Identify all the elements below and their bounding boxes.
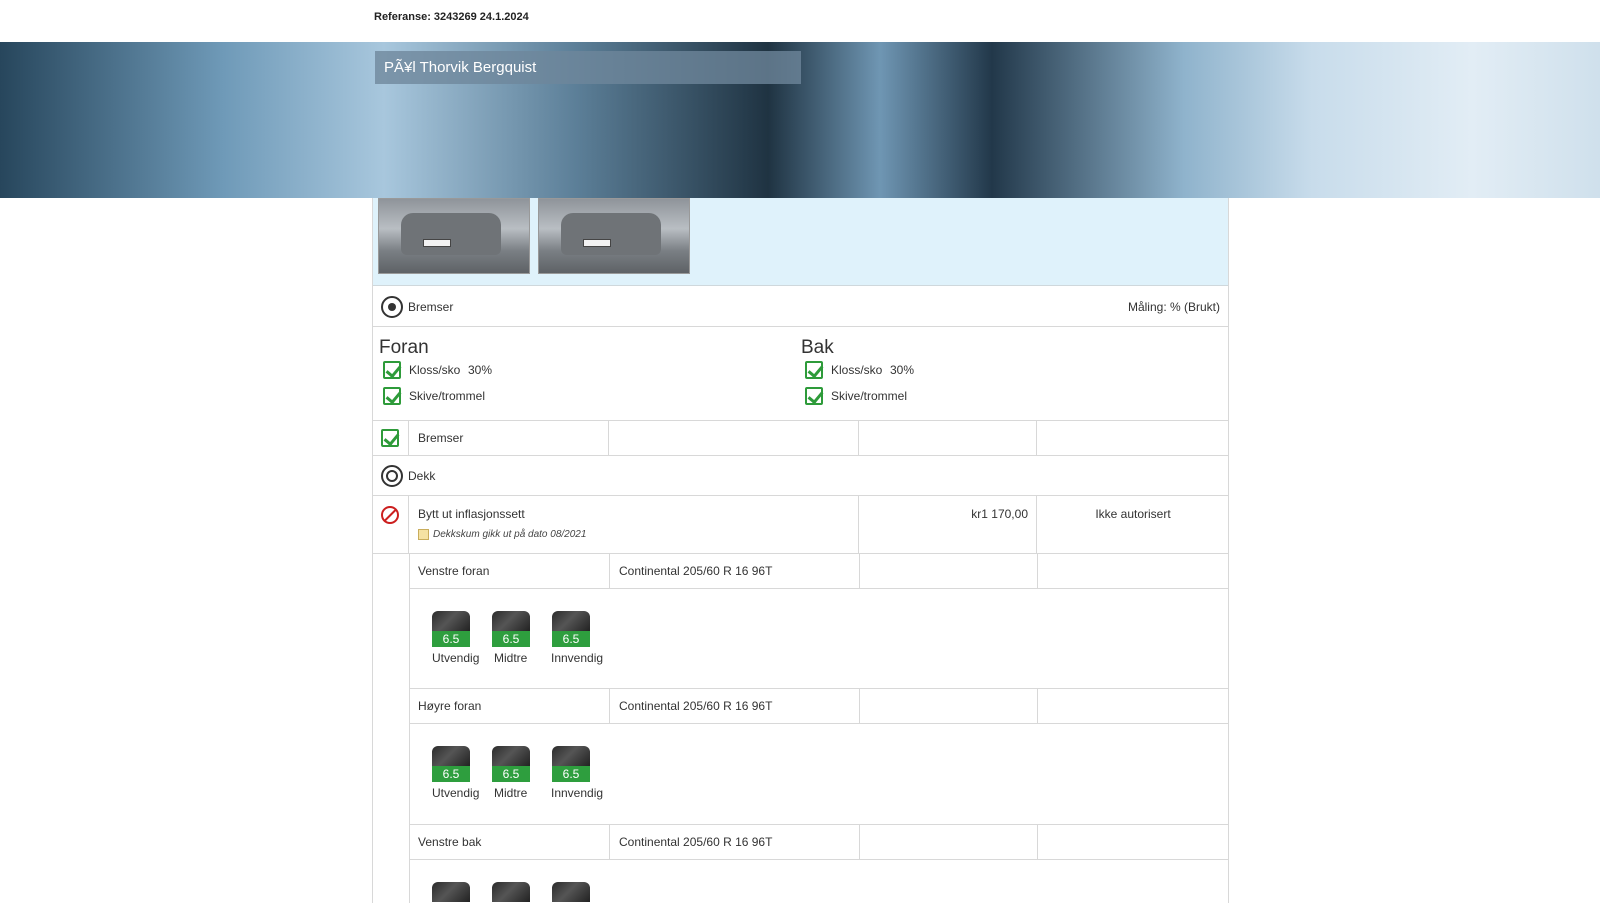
rear-heading: Bak: [801, 337, 834, 358]
customer-name-box: PÃ¥l Thorvik Bergquist: [375, 51, 801, 84]
tread-gauge: 6.5: [492, 746, 530, 782]
header-banner: PÃ¥l Thorvik Bergquist: [0, 42, 1600, 198]
tread-depths: 6.5 Utvendig 6.5 Midtre 6.5 Innvendig: [409, 589, 1228, 689]
tread-depths: [409, 860, 1228, 903]
tire-position: Høyre foran: [418, 699, 482, 713]
tread-gauge: [552, 882, 590, 903]
check-icon: [805, 387, 823, 405]
empty-cell: [1036, 421, 1228, 455]
tire-spec-cell: Continental 205/60 R 16 96T: [609, 689, 859, 723]
tire-position-cell: Venstre foran: [410, 554, 610, 588]
brake-item-value: 30%: [890, 363, 915, 377]
brake-item-label: Kloss/sko: [831, 363, 883, 377]
check-icon: [381, 429, 399, 447]
wheel-icon: [381, 465, 403, 487]
tire-spec: Continental 205/60 R 16 96T: [619, 564, 773, 578]
tire-spec: Continental 205/60 R 16 96T: [619, 835, 773, 849]
tread-gauge: [492, 882, 530, 903]
action-price: kr1 170,00: [971, 507, 1028, 521]
tread-depths: 6.5 Utvendig 6.5 Midtre 6.5 Innvendig: [409, 724, 1228, 825]
tread-label: Midtre: [494, 786, 528, 800]
tread-label: Midtre: [494, 651, 528, 665]
tread-gauge: 6.5: [432, 611, 470, 647]
tread-label: Utvendig: [432, 651, 480, 665]
report-content: Bremser Måling: % (Brukt) Foran Kloss/sk…: [372, 198, 1229, 903]
brakes-summary-row: Bremser: [373, 421, 1228, 456]
brakes-label-cell: Bremser: [408, 421, 608, 455]
empty-cell: [859, 689, 1037, 723]
vehicle-photo[interactable]: [538, 198, 690, 274]
measure-label: Måling: % (Brukt): [1127, 300, 1220, 314]
brake-item-value: 30%: [468, 363, 493, 377]
brake-item-label: Skive/trommel: [831, 389, 908, 403]
license-plate-image: [423, 239, 451, 247]
tire-position: Venstre foran: [418, 564, 490, 578]
not-allowed-icon: [381, 506, 399, 524]
empty-cell: [858, 421, 1036, 455]
price-cell: kr1 170,00: [858, 496, 1036, 553]
empty-cell: [859, 554, 1037, 588]
tire-row: Høyre foran Continental 205/60 R 16 96T: [409, 689, 1228, 724]
action-status: Ikke autorisert: [1095, 507, 1171, 521]
check-icon: [383, 387, 401, 405]
action-label: Bytt ut inflasjonssett: [418, 507, 525, 521]
note-icon: [418, 529, 429, 540]
tire-spec: Continental 205/60 R 16 96T: [619, 699, 773, 713]
action-note: Dekkskum gikk ut på dato 08/2021: [433, 529, 587, 540]
tires-section-header: Dekk: [373, 456, 1228, 496]
tread-label: Innvendig: [551, 786, 604, 800]
section-title: Bremser: [408, 300, 454, 314]
check-icon: [805, 361, 823, 379]
brakes-row-label: Bremser: [418, 431, 464, 445]
reference-text: Referanse: 3243269 24.1.2024: [374, 11, 529, 23]
brake-item-label: Kloss/sko: [409, 363, 461, 377]
car-image: [561, 213, 661, 255]
tire-spec-cell: Continental 205/60 R 16 96T: [609, 825, 859, 859]
tread-gauge: 6.5: [552, 611, 590, 647]
tire-row: Venstre foran Continental 205/60 R 16 96…: [409, 554, 1228, 589]
tire-position: Venstre bak: [418, 835, 482, 849]
tire-spec-cell: Continental 205/60 R 16 96T: [609, 554, 859, 588]
brakes-section-header: Bremser Måling: % (Brukt): [373, 287, 1228, 327]
vehicle-photo[interactable]: [378, 198, 530, 274]
top-bar: Referanse: 3243269 24.1.2024: [0, 0, 1600, 42]
license-plate-image: [583, 239, 611, 247]
section-title: Dekk: [408, 469, 436, 483]
empty-cell: [859, 825, 1037, 859]
tire-position-cell: Høyre foran: [410, 689, 610, 723]
customer-name: PÃ¥l Thorvik Bergquist: [384, 59, 537, 76]
empty-cell: [1037, 689, 1229, 723]
photo-strip: [373, 198, 1228, 286]
tread-label: Innvendig: [551, 651, 604, 665]
empty-cell: [1037, 554, 1229, 588]
check-icon: [383, 361, 401, 379]
empty-cell: [608, 421, 858, 455]
tread-gauge: 6.5: [552, 746, 590, 782]
tire-action-row: Bytt ut inflasjonssett Dekkskum gikk ut …: [373, 496, 1228, 554]
tread-gauge: 6.5: [492, 611, 530, 647]
tread-gauge: 6.5: [432, 746, 470, 782]
car-image: [401, 213, 501, 255]
action-cell: Bytt ut inflasjonssett Dekkskum gikk ut …: [408, 496, 858, 553]
brakes-detail: Foran Kloss/sko 30% Skive/trommel Bak Kl…: [373, 327, 1228, 421]
front-heading: Foran: [379, 337, 429, 358]
tread-gauge: [432, 882, 470, 903]
tread-label: Utvendig: [432, 786, 480, 800]
brake-item-label: Skive/trommel: [409, 389, 486, 403]
tire-row: Venstre bak Continental 205/60 R 16 96T: [409, 825, 1228, 860]
status-cell: Ikke autorisert: [1036, 496, 1228, 553]
tire-position-cell: Venstre bak: [410, 825, 610, 859]
empty-cell: [1037, 825, 1229, 859]
brake-disc-icon: [381, 296, 403, 318]
